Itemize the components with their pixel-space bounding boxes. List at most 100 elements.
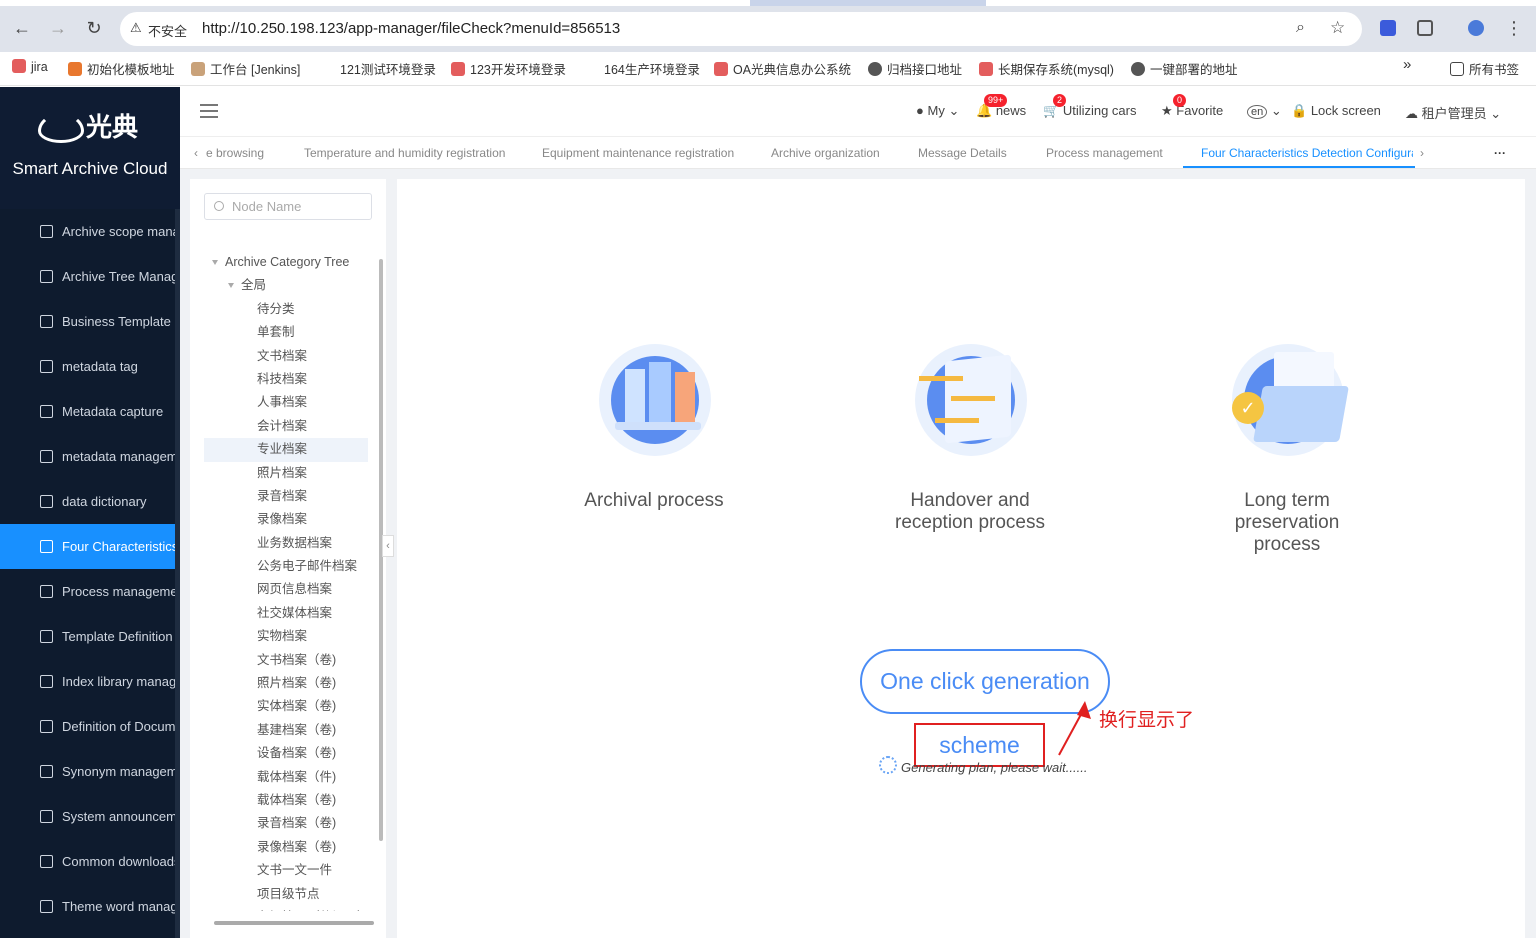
sidebar-item[interactable]: metadata management	[0, 434, 175, 479]
tree-node[interactable]: 照片档案（卷)	[204, 672, 368, 695]
tab-e-browsing[interactable]: e browsing	[206, 146, 264, 160]
tab-equipment[interactable]: Equipment maintenance registration	[542, 146, 734, 160]
tab-process-management[interactable]: Process management	[1046, 146, 1163, 160]
bookmark-star-icon[interactable]: ☆	[1330, 18, 1345, 38]
more-bookmarks-button[interactable]: »	[1403, 56, 1411, 73]
sidebar-item[interactable]: Synonym management	[0, 749, 175, 794]
bookmark-item[interactable]: 164生产环境登录	[604, 59, 700, 78]
sidebar-item[interactable]: Four Characteristics Detection	[0, 524, 175, 569]
expand-caret-icon[interactable]	[212, 260, 218, 265]
all-bookmarks-button[interactable]: 所有书签	[1450, 59, 1519, 78]
collapse-panel-button[interactable]: ‹	[382, 535, 394, 557]
tree-node[interactable]: 照片档案	[204, 462, 368, 485]
extension-icon[interactable]	[1380, 20, 1396, 36]
zoom-icon[interactable]: ⌕	[1296, 19, 1305, 37]
tree-node[interactable]: 公务电子邮件档案	[204, 555, 368, 578]
bookmark-item[interactable]: 归档接口地址	[868, 59, 962, 78]
tree-node[interactable]: 录像档案	[204, 508, 368, 531]
sidebar-item[interactable]: Definition of Document	[0, 704, 175, 749]
sidebar-item[interactable]: Template Definition	[0, 614, 175, 659]
tree-node[interactable]: 科技档案	[204, 368, 368, 391]
browser-menu-icon[interactable]: ⋮	[1504, 18, 1524, 38]
bookmark-item[interactable]: 初始化模板地址	[68, 59, 175, 78]
tree-node[interactable]: 文书一文一件	[204, 859, 368, 882]
sidebar-item[interactable]: Process management	[0, 569, 175, 614]
tab-prev-icon[interactable]: ‹	[194, 146, 198, 160]
expand-caret-icon[interactable]	[228, 283, 234, 289]
forward-icon[interactable]: →	[48, 18, 68, 38]
tab-more-icon[interactable]: ···	[1494, 146, 1506, 160]
search-input[interactable]: Node Name	[204, 193, 372, 220]
tree-node[interactable]: 载体档案（件)	[204, 766, 368, 789]
bookmark-item[interactable]: 长期保存系统(mysql)	[979, 59, 1114, 78]
tree-node[interactable]: 专业档案	[204, 438, 368, 462]
security-label[interactable]: 不安全	[148, 21, 187, 40]
tree-node[interactable]: 文书档案	[204, 345, 368, 368]
tree-node[interactable]: 设备档案（卷)	[204, 742, 368, 765]
bookmark-item[interactable]: 一键部署的地址	[1131, 59, 1238, 78]
lock-screen-button[interactable]: 🔒 Lock screen	[1291, 103, 1381, 119]
tree-node[interactable]: 载体档案（卷)	[204, 789, 368, 812]
my-menu[interactable]: ● My ⌄	[916, 103, 959, 119]
handover-process-card[interactable]: Handover and reception process	[890, 334, 1050, 534]
tree-node[interactable]: 实体档案（卷)	[204, 695, 368, 718]
tab-archive-organization[interactable]: Archive organization	[771, 146, 880, 160]
bookmark-item[interactable]: 121测试环境登录	[340, 59, 436, 78]
favorite-button[interactable]: ★ 0 Favorite	[1161, 94, 1223, 119]
user-menu[interactable]: ☁ 租户管理员 ⌄	[1405, 103, 1501, 122]
tree-node[interactable]: 基建档案（卷)	[204, 719, 368, 742]
sidebar-item[interactable]: data dictionary	[0, 479, 175, 524]
sidebar-item[interactable]: Archive Tree Management	[0, 254, 175, 299]
sidebar-item[interactable]: Business Template Management	[0, 299, 175, 344]
sidebar-item[interactable]: Metadata capture	[0, 389, 175, 434]
url-text[interactable]: http://10.250.198.123/app-manager/fileCh…	[202, 20, 620, 37]
back-icon[interactable]: ←	[12, 18, 32, 38]
tree-node[interactable]: 录像档案（卷)	[204, 836, 368, 859]
sidebar-item[interactable]: Theme word management	[0, 884, 175, 929]
tree-node[interactable]: 社交媒体档案	[204, 602, 368, 625]
warning-icon[interactable]: ⚠	[130, 20, 142, 36]
tree-node[interactable]: Archive Category Tree	[204, 251, 368, 274]
archival-process-card[interactable]: Archival process	[574, 334, 734, 512]
tab-message-details[interactable]: Message Details	[918, 146, 1007, 160]
tree-node[interactable]: 录音档案（卷)	[204, 812, 368, 835]
tree-horizontal-scrollbar[interactable]	[214, 921, 374, 925]
extensions-puzzle-icon[interactable]	[1417, 20, 1433, 36]
tab-next-icon[interactable]: ›	[1420, 146, 1424, 160]
tab-four-characteristics[interactable]: Four Characteristics Detection Configura	[1201, 146, 1413, 160]
app-logo[interactable]: 光典 Smart Archive Cloud	[0, 87, 180, 209]
sidebar-item[interactable]: metadata tag	[0, 344, 175, 389]
news-button[interactable]: 🔔 99+ news	[976, 94, 1026, 119]
profile-avatar-icon[interactable]	[1468, 20, 1484, 36]
tree-node[interactable]: 人事档案	[204, 391, 368, 414]
tree-node[interactable]: 文书档案（卷)	[204, 649, 368, 672]
bookmark-item[interactable]: jira	[12, 59, 48, 74]
tree-node[interactable]: 待分类	[204, 298, 368, 321]
tree-node[interactable]: 单套制	[204, 321, 368, 344]
tree-node[interactable]: 业务数据档案	[204, 532, 368, 555]
tree-node[interactable]: 全局	[204, 274, 368, 297]
language-select[interactable]: en ⌄	[1247, 103, 1282, 119]
bookmark-item[interactable]: 123开发环境登录	[451, 59, 566, 78]
cart-button[interactable]: 🛒 2 Utilizing cars	[1043, 94, 1137, 119]
tree-node[interactable]: 车辆管理（件记录）	[204, 906, 368, 911]
preservation-process-card[interactable]: ✓ Long term preservation process	[1207, 334, 1367, 556]
cloud-icon: ☁	[1405, 106, 1418, 121]
bookmark-item[interactable]: OA光典信息办公系统	[714, 59, 851, 78]
tab-temperature[interactable]: Temperature and humidity registration	[304, 146, 505, 160]
reload-icon[interactable]: ↻	[84, 18, 104, 38]
sidebar-item[interactable]: Common downloads	[0, 839, 175, 884]
sidebar-item[interactable]: Archive scope management	[0, 209, 175, 254]
sidebar-item-label: Four Characteristics Detection	[62, 539, 175, 554]
tree-node[interactable]: 实物档案	[204, 625, 368, 648]
tree-node[interactable]: 网页信息档案	[204, 578, 368, 601]
address-bar[interactable]: ⚠ 不安全 http://10.250.198.123/app-manager/…	[120, 12, 1362, 46]
bookmark-item[interactable]: 工作台 [Jenkins]	[191, 59, 300, 78]
menu-toggle-icon[interactable]	[200, 104, 218, 118]
tree-node[interactable]: 项目级节点	[204, 883, 368, 906]
star-icon: ★	[1161, 103, 1173, 118]
sidebar-item[interactable]: System announcement	[0, 794, 175, 839]
tree-node[interactable]: 录音档案	[204, 485, 368, 508]
sidebar-item[interactable]: Index library management	[0, 659, 175, 704]
tree-node[interactable]: 会计档案	[204, 415, 368, 438]
